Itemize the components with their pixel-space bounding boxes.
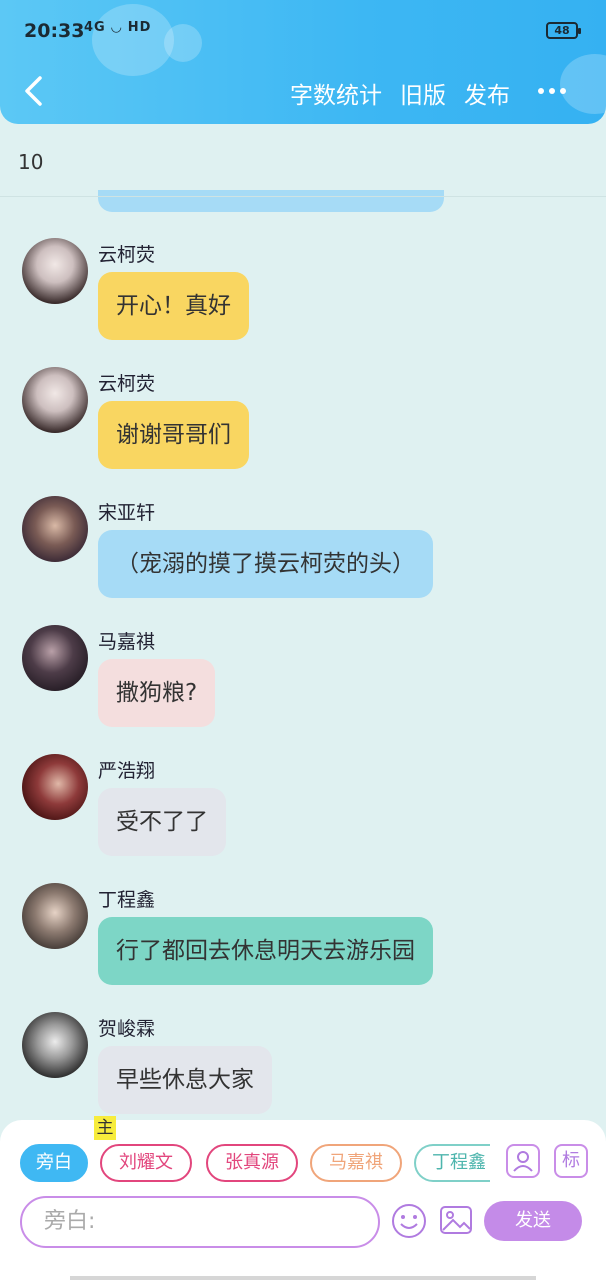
avatar[interactable] bbox=[22, 1012, 88, 1078]
send-button[interactable]: 发送 bbox=[484, 1201, 582, 1241]
role-chip-ma-jiaqi[interactable]: 马嘉祺 bbox=[310, 1144, 402, 1182]
sender-name: 贺峻霖 bbox=[98, 1018, 156, 1040]
sender-name: 宋亚轩 bbox=[98, 502, 156, 524]
signal-icon: 4G bbox=[84, 20, 106, 35]
more-options-button[interactable] bbox=[538, 88, 566, 94]
sender-name: 丁程鑫 bbox=[98, 889, 156, 911]
home-indicator bbox=[70, 1276, 536, 1280]
message-bubble[interactable]: 撒狗粮? bbox=[98, 659, 216, 727]
message-input[interactable]: 旁白: bbox=[20, 1196, 380, 1248]
word-count-button[interactable]: 字数统计 bbox=[290, 76, 382, 110]
status-icons: 4G ◡ HD bbox=[84, 20, 151, 35]
image-icon bbox=[440, 1206, 472, 1234]
decor-bubble bbox=[560, 54, 606, 114]
message-bubble[interactable]: 早些休息大家 bbox=[98, 1046, 272, 1114]
battery-icon: 48 bbox=[546, 22, 581, 39]
partial-message-bubble bbox=[98, 190, 444, 212]
avatar[interactable] bbox=[22, 754, 88, 820]
chevron-left-icon bbox=[25, 76, 42, 106]
sender-name: 严浩翔 bbox=[98, 760, 156, 782]
role-chip-zhang-zhenyuan[interactable]: 张真源 bbox=[206, 1144, 298, 1182]
avatar[interactable] bbox=[22, 238, 88, 304]
emoji-button[interactable] bbox=[390, 1202, 428, 1240]
hd-icon: HD bbox=[127, 20, 152, 35]
publish-button[interactable]: 发布 bbox=[464, 76, 510, 110]
message-bubble[interactable]: （宠溺的摸了摸云柯荧的头） bbox=[98, 530, 433, 598]
header-bar: 20:33 4G ◡ HD 48 字数统计 旧版 发布 bbox=[0, 0, 606, 124]
character-manage-button[interactable] bbox=[506, 1144, 540, 1178]
mark-button[interactable]: 标 bbox=[554, 1144, 588, 1178]
decor-bubble bbox=[164, 24, 202, 62]
host-badge: 主 bbox=[94, 1116, 116, 1140]
old-version-button[interactable]: 旧版 bbox=[400, 76, 446, 110]
divider bbox=[0, 196, 606, 197]
avatar[interactable] bbox=[22, 625, 88, 691]
smiley-icon bbox=[392, 1204, 426, 1238]
sender-name: 云柯荧 bbox=[98, 373, 156, 395]
role-chip-liu-yaowen[interactable]: 刘耀文 bbox=[100, 1144, 192, 1182]
back-button[interactable] bbox=[22, 74, 46, 108]
sender-name: 云柯荧 bbox=[98, 244, 156, 266]
avatar[interactable] bbox=[22, 367, 88, 433]
sender-name: 马嘉祺 bbox=[98, 631, 156, 653]
image-button[interactable] bbox=[438, 1202, 474, 1238]
decor-bubble bbox=[92, 4, 174, 76]
word-count-value: 10 bbox=[18, 150, 44, 174]
role-chip-ding-chengxin[interactable]: 丁程鑫 bbox=[414, 1144, 490, 1182]
avatar[interactable] bbox=[22, 496, 88, 562]
wifi-icon: ◡ bbox=[111, 20, 123, 35]
message-bubble[interactable]: 行了都回去休息明天去游乐园 bbox=[98, 917, 433, 985]
person-icon bbox=[513, 1151, 533, 1172]
role-selector: 旁白 刘耀文 张真源 马嘉祺 丁程鑫 标 bbox=[0, 1144, 606, 1184]
header-actions: 字数统计 旧版 发布 bbox=[290, 76, 510, 110]
avatar[interactable] bbox=[22, 883, 88, 949]
composer-panel: 旁白 刘耀文 张真源 马嘉祺 丁程鑫 标 主 旁白: 发送 bbox=[0, 1116, 606, 1280]
status-time: 20:33 bbox=[24, 20, 85, 42]
message-bubble[interactable]: 开心！真好 bbox=[98, 272, 249, 340]
message-bubble[interactable]: 谢谢哥哥们 bbox=[98, 401, 249, 469]
message-bubble[interactable]: 受不了了 bbox=[98, 788, 226, 856]
role-chip-narrator[interactable]: 旁白 bbox=[20, 1144, 88, 1182]
